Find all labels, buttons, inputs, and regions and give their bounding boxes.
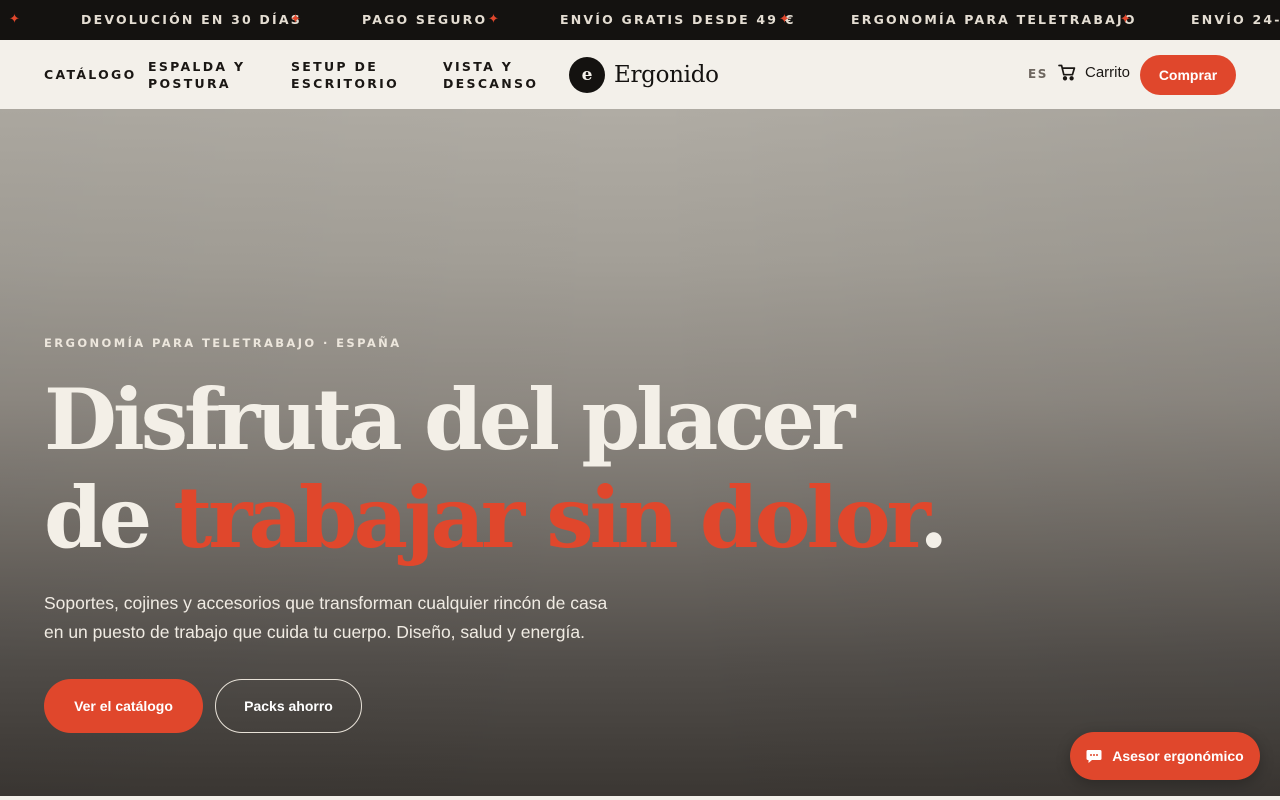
- buy-button[interactable]: Comprar: [1140, 55, 1236, 95]
- hero-headline: Disfruta del placer de trabajar sin dolo…: [44, 370, 948, 567]
- cart-link[interactable]: Carrito: [1058, 64, 1130, 81]
- nav-link-catalog[interactable]: CATÁLOGO: [44, 66, 137, 83]
- nav-link-back-posture[interactable]: ESPALDA Y POSTURA: [148, 58, 245, 92]
- ticker-item: ENVÍO 24-4: [1191, 12, 1280, 27]
- nav-link-vision-rest[interactable]: VISTA Y DESCANSO: [443, 58, 538, 92]
- subtitle-line2: en un puesto de trabajo que cuida tu cue…: [44, 622, 585, 642]
- ticker-item: DEVOLUCIÓN EN 30 DÍAS: [81, 12, 302, 27]
- headline-prefix: de: [44, 468, 174, 567]
- chat-button-label: Asesor ergonómico: [1112, 748, 1244, 764]
- star-separator-icon: ✦: [779, 12, 790, 27]
- subtitle-line1: Soportes, cojines y accesorios que trans…: [44, 593, 608, 613]
- logo-mark: e: [569, 56, 605, 93]
- star-separator-icon: ✦: [1120, 12, 1131, 27]
- nav-link-label-line2: ESCRITORIO: [291, 76, 400, 91]
- ticker-item: PAGO SEGURO: [362, 12, 488, 27]
- nav-link-label-line2: POSTURA: [148, 76, 231, 91]
- language-selector[interactable]: ES: [1028, 67, 1048, 81]
- nav-link-label-line1: SETUP DE: [291, 59, 379, 74]
- view-catalog-button[interactable]: Ver el catálogo: [44, 679, 203, 733]
- nav-link-label-line2: DESCANSO: [443, 76, 539, 91]
- next-section-edge: [0, 796, 1280, 800]
- ergonomic-advisor-chat-button[interactable]: Asesor ergonómico: [1070, 732, 1260, 780]
- headline-period: .: [919, 468, 948, 567]
- hero-eyebrow: ERGONOMÍA PARA TELETRABAJO · ESPAÑA: [44, 336, 402, 350]
- nav-link-desk-setup[interactable]: SETUP DE ESCRITORIO: [291, 58, 399, 92]
- nav-link-label-line1: VISTA Y: [443, 59, 514, 74]
- headline-accent: trabajar sin dolor: [173, 468, 923, 567]
- nav-link-label-line1: ESPALDA Y: [148, 59, 246, 74]
- announcement-ticker: ✦ DEVOLUCIÓN EN 30 DÍAS ✦ PAGO SEGURO ✦ …: [0, 0, 1280, 40]
- brand-logo[interactable]: e Ergonido: [569, 56, 719, 93]
- logo-wordmark: Ergonido: [614, 61, 719, 88]
- site-header: CATÁLOGO ESPALDA Y POSTURA SETUP DE ESCR…: [0, 40, 1280, 109]
- star-separator-icon: ✦: [290, 12, 301, 27]
- ticker-item: ENVÍO GRATIS DESDE 49 €: [560, 12, 796, 27]
- nav-link-label: CATÁLOGO: [44, 67, 137, 82]
- ticker-item: ERGONOMÍA PARA TELETRABAJO: [851, 12, 1137, 27]
- cart-icon: [1058, 64, 1076, 81]
- cart-label: Carrito: [1085, 64, 1131, 81]
- headline-line1: Disfruta del placer: [44, 370, 855, 469]
- hero-subtitle: Soportes, cojines y accesorios que trans…: [44, 589, 644, 647]
- chat-bubble-icon: [1086, 749, 1112, 764]
- star-separator-icon: ✦: [488, 12, 499, 27]
- star-separator-icon: ✦: [9, 12, 20, 27]
- hero-section: ERGONOMÍA PARA TELETRABAJO · ESPAÑA Disf…: [0, 109, 1280, 800]
- savings-packs-button[interactable]: Packs ahorro: [215, 679, 362, 733]
